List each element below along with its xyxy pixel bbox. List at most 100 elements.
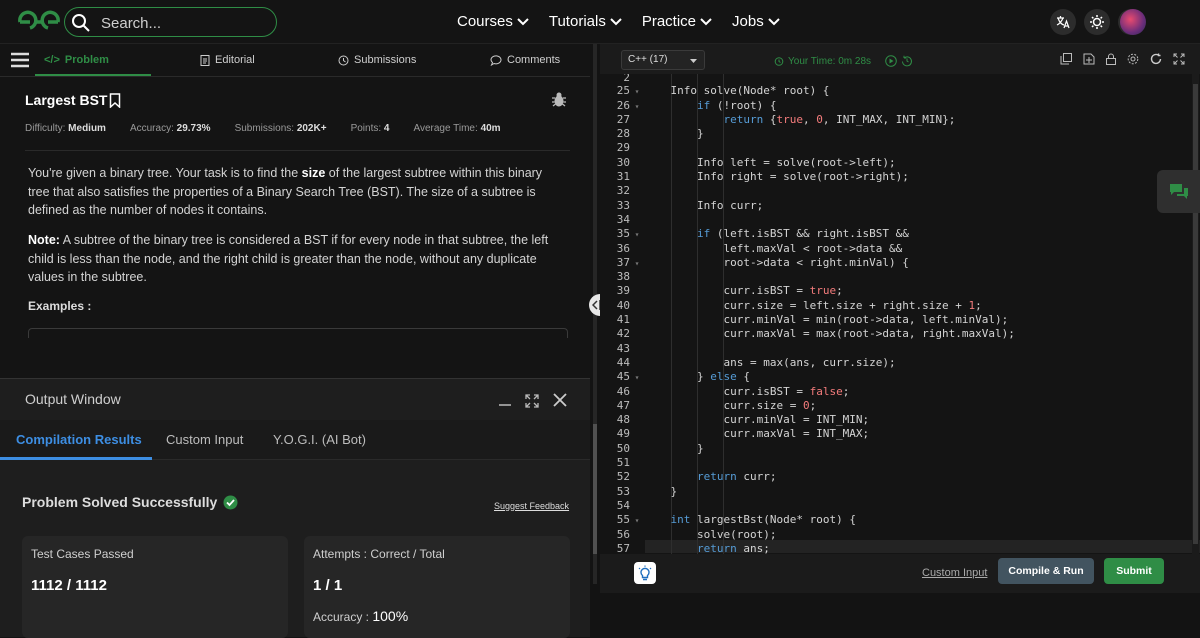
copy-icon[interactable] (1060, 53, 1072, 65)
gfg-logo[interactable] (16, 8, 62, 36)
problem-tabs: </> Problem Editorial Submissions Comment… (0, 44, 590, 77)
line-number: 49 (616, 427, 630, 441)
expand-icon[interactable] (525, 394, 539, 408)
code-line: 42 curr.maxVal = max(root->data, right.m… (600, 327, 1015, 340)
search-placeholder: Search... (101, 15, 162, 32)
line-number: 57 (616, 541, 630, 554)
fold-icon (630, 171, 644, 184)
active-tab-indicator (35, 74, 151, 76)
caret-down-icon (690, 59, 697, 63)
fold-icon (630, 157, 644, 170)
menu-icon[interactable] (10, 52, 30, 68)
tab-compilation-results[interactable]: Compilation Results (16, 432, 142, 447)
code-line: 54 (600, 499, 644, 512)
tab-comments[interactable]: Comments (490, 54, 560, 66)
fold-icon (630, 142, 644, 155)
close-icon[interactable] (553, 393, 567, 407)
code-line: 44 ans = max(ans, curr.size); (600, 356, 896, 369)
nav-practice[interactable]: Practice (642, 13, 712, 30)
lock-icon[interactable] (1106, 53, 1116, 65)
editor-scrollbar[interactable] (1192, 74, 1199, 554)
chat-button[interactable] (1157, 170, 1200, 213)
tab-problem[interactable]: </> Problem (44, 54, 109, 66)
settings-icon[interactable] (1127, 53, 1139, 65)
line-number: 44 (616, 355, 630, 369)
theme-toggle-icon[interactable] (1084, 9, 1110, 35)
code-line: 40 curr.size = left.size + right.size + … (600, 299, 982, 312)
code-text: curr.size = left.size + right.size + 1; (644, 298, 982, 312)
line-number: 47 (616, 398, 630, 412)
code-line: 47 curr.size = 0; (600, 399, 816, 412)
language-select[interactable]: C++ (17) (621, 50, 705, 70)
code-line: 49 curr.maxVal = INT_MAX; (600, 427, 869, 440)
code-text: Info right = solve(root->right); (644, 170, 909, 184)
line-number: 43 (616, 341, 630, 355)
line-number: 37 (616, 255, 630, 269)
code-editor[interactable]: 2 25 ▾ Info solve(Node* root) { 26 ▾ if (!… (600, 74, 1200, 554)
document-icon (200, 54, 210, 66)
code-line: 29 (600, 141, 644, 154)
bookmark-icon[interactable] (109, 92, 121, 108)
output-window-title: Output Window (25, 391, 121, 407)
fold-icon[interactable]: ▾ (630, 228, 644, 241)
attempts-card: Attempts : Correct / Total 1 / 1 Accurac… (304, 536, 570, 638)
fold-icon (630, 400, 644, 413)
fold-icon (630, 185, 644, 198)
line-number: 41 (616, 313, 630, 327)
difficulty: Difficulty: Medium (25, 123, 106, 134)
code-text: curr.isBST = false; (644, 384, 850, 398)
tab-custom-input[interactable]: Custom Input (166, 432, 243, 447)
code-line: 27 return {true, 0, INT_MAX, INT_MIN}; (600, 112, 956, 126)
line-number: 46 (616, 384, 630, 398)
fold-icon[interactable]: ▾ (630, 371, 644, 384)
nav-tutorials[interactable]: Tutorials (549, 13, 622, 30)
fold-icon[interactable]: ▾ (630, 85, 644, 98)
problem-panel: </> Problem Editorial Submissions Comment… (0, 44, 590, 638)
nav-jobs[interactable]: Jobs (732, 13, 780, 30)
fold-icon[interactable]: ▾ (630, 100, 644, 113)
code-line: 30 Info left = solve(root->left); (600, 156, 896, 169)
code-text: left.maxVal < root->data && (644, 241, 903, 255)
bug-report-icon[interactable] (551, 91, 567, 108)
tab-yogi-ai-bot[interactable]: Y.O.G.I. (AI Bot) (273, 432, 366, 447)
code-text: return {true, 0, INT_MAX, INT_MIN}; (723, 112, 956, 126)
fold-icon (630, 314, 644, 327)
search-icon (72, 14, 90, 32)
translate-icon[interactable] (1050, 9, 1076, 35)
tab-submissions[interactable]: Submissions (338, 54, 416, 66)
tab-editorial[interactable]: Editorial (200, 54, 255, 66)
fold-icon (630, 300, 644, 313)
line-number: 36 (616, 241, 630, 255)
fold-icon (630, 500, 644, 513)
refresh-icon[interactable] (1150, 53, 1162, 65)
fullscreen-icon[interactable] (1173, 53, 1185, 65)
fold-icon[interactable]: ▾ (630, 514, 644, 527)
compile-run-button[interactable]: Compile & Run (998, 558, 1094, 584)
fold-icon (630, 414, 644, 427)
custom-input-link[interactable]: Custom Input (922, 567, 987, 579)
submissions: Submissions: 202K+ (234, 123, 327, 134)
submit-button[interactable]: Submit (1104, 558, 1164, 584)
line-number: 32 (616, 184, 630, 198)
reset-timer-icon[interactable] (901, 55, 913, 67)
code-text: } (644, 127, 704, 141)
user-avatar[interactable] (1120, 9, 1146, 35)
check-circle-icon (223, 495, 238, 509)
fold-icon[interactable]: ▾ (630, 257, 644, 270)
suggest-feedback-link[interactable]: Suggest Feedback (494, 501, 569, 511)
code-text: Info curr; (644, 198, 764, 212)
upload-icon[interactable] (1083, 53, 1095, 65)
problem-meta: Difficulty: Medium Accuracy: 29.73% Subm… (25, 123, 501, 134)
code-line: 51 (600, 456, 644, 469)
search-box[interactable]: Search... (64, 7, 277, 37)
points: Points: 4 (350, 123, 390, 134)
nav-courses[interactable]: Courses (457, 13, 529, 30)
active-output-tab-indicator (0, 457, 152, 460)
code-content[interactable]: 2 25 ▾ Info solve(Node* root) { 26 ▾ if (!… (600, 74, 1015, 554)
minimize-icon[interactable] (498, 401, 512, 407)
fold-icon (630, 200, 644, 213)
code-text: curr.isBST = true; (644, 284, 843, 298)
play-icon[interactable] (885, 55, 897, 67)
line-number: 53 (616, 484, 630, 498)
hint-bulb-icon[interactable] (634, 562, 656, 584)
